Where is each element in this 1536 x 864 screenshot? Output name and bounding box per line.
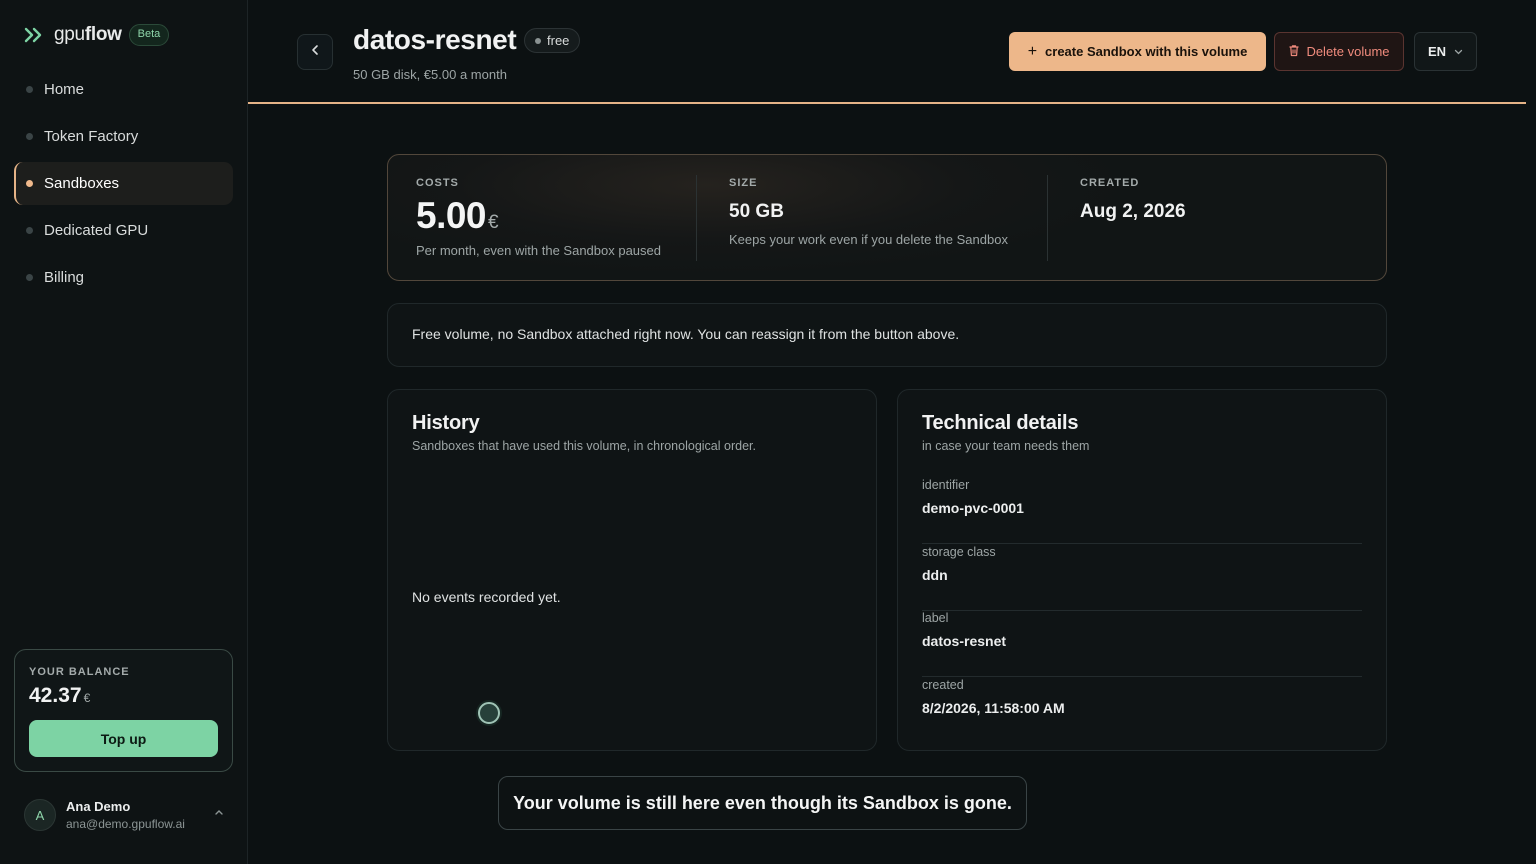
dot-icon: [26, 274, 33, 281]
back-button[interactable]: [297, 34, 333, 70]
top-up-button[interactable]: Top up: [29, 720, 218, 757]
sidebar-item-token-factory[interactable]: Token Factory: [14, 115, 233, 158]
balance-card: YOUR BALANCE 42.37 € Top up: [14, 649, 233, 772]
stat-value: 5.00 €: [416, 195, 499, 236]
detail-value: demo-pvc-0001: [922, 500, 1024, 516]
stat-note: Keeps your work even if you delete the S…: [729, 232, 1008, 247]
language-select[interactable]: EN: [1414, 32, 1477, 71]
mouse-cursor-indicator: [478, 702, 500, 724]
history-title: History: [412, 412, 480, 434]
stat-value: Aug 2, 2026: [1080, 201, 1186, 222]
balance-currency: €: [83, 691, 91, 705]
sidebar-item-label: Home: [44, 81, 85, 98]
dot-icon: [26, 86, 33, 93]
sidebar: gpuflow Beta Home Token Factory Sandboxe…: [0, 0, 248, 864]
detail-key: created: [922, 678, 964, 692]
detail-key: label: [922, 611, 949, 625]
page-header: datos-resnet free 50 GB disk, €5.00 a mo…: [248, 0, 1526, 104]
chevron-left-icon: [310, 43, 320, 61]
plus-icon: +: [1027, 42, 1038, 60]
stat-label: SIZE: [729, 177, 758, 189]
technical-details-panel: Technical details in case your team need…: [897, 389, 1387, 751]
sidebar-nav: Home Token Factory Sandboxes Dedicated G…: [14, 68, 233, 303]
stat-label: CREATED: [1080, 177, 1140, 189]
create-sandbox-button[interactable]: + create Sandbox with this volume: [1009, 32, 1266, 71]
sidebar-item-label: Sandboxes: [44, 175, 120, 192]
stat-label: COSTS: [416, 177, 459, 189]
detail-key: storage class: [922, 545, 996, 559]
stat-value: 50 GB: [729, 201, 784, 222]
balance-label: YOUR BALANCE: [29, 666, 130, 678]
chevron-down-icon: [1454, 47, 1463, 57]
history-panel: History Sandboxes that have used this vo…: [387, 389, 877, 751]
history-empty-state: No events recorded yet.: [412, 589, 561, 605]
page-subtitle: 50 GB disk, €5.00 a month: [353, 67, 507, 82]
technical-subtitle: in case your team needs them: [922, 439, 1090, 453]
sidebar-item-dedicated-gpu[interactable]: Dedicated GPU: [14, 209, 233, 252]
volume-notice: Free volume, no Sandbox attached right n…: [387, 303, 1387, 367]
trash-icon: [1288, 44, 1306, 60]
sidebar-item-sandboxes[interactable]: Sandboxes: [14, 162, 233, 205]
avatar: A: [24, 799, 56, 831]
dot-icon: [26, 180, 33, 187]
sidebar-item-label: Billing: [44, 269, 85, 286]
stat-note: Per month, even with the Sandbox paused: [416, 243, 661, 258]
user-email: ana@demo.gpuflow.ai: [66, 817, 185, 831]
detail-row-created: created 8/2/2026, 11:58:00 AM: [922, 678, 1362, 744]
detail-value: datos-resnet: [922, 633, 1007, 649]
divider: [1047, 175, 1048, 261]
toast-message: Your volume is still here even though it…: [498, 776, 1027, 830]
user-name: Ana Demo: [66, 799, 131, 814]
status-badge: free: [524, 28, 581, 53]
sidebar-item-billing[interactable]: Billing: [14, 256, 233, 299]
chevron-up-icon: [214, 807, 224, 819]
status-dot-icon: [535, 37, 541, 44]
user-menu[interactable]: A Ana Demo ana@demo.gpuflow.ai: [24, 797, 224, 833]
divider: [696, 175, 697, 261]
detail-row-label: label datos-resnet: [922, 611, 1362, 677]
technical-title: Technical details: [922, 412, 1079, 434]
logo[interactable]: gpuflow Beta: [24, 24, 170, 46]
stats-card: COSTS 5.00 € Per month, even with the San…: [387, 154, 1387, 281]
sidebar-item-home[interactable]: Home: [14, 68, 233, 111]
detail-row-identifier: identifier demo-pvc-0001: [922, 478, 1362, 544]
dot-icon: [26, 133, 33, 140]
detail-row-storage-class: storage class ddn: [922, 545, 1362, 611]
detail-value: 8/2/2026, 11:58:00 AM: [922, 700, 1065, 716]
beta-badge: Beta: [128, 24, 170, 46]
detail-key: identifier: [922, 478, 970, 492]
logo-icon: [24, 27, 44, 43]
stat-currency: €: [488, 212, 499, 233]
logo-text: gpuflow: [54, 24, 122, 45]
history-subtitle: Sandboxes that have used this volume, in…: [412, 439, 756, 453]
balance-amount: 42.37 €: [29, 684, 91, 707]
page-title: datos-resnet: [353, 24, 517, 55]
dot-icon: [26, 227, 33, 234]
sidebar-item-label: Token Factory: [44, 128, 139, 145]
delete-volume-button[interactable]: Delete volume: [1274, 32, 1404, 71]
detail-value: ddn: [922, 567, 948, 583]
sidebar-item-label: Dedicated GPU: [44, 222, 149, 239]
